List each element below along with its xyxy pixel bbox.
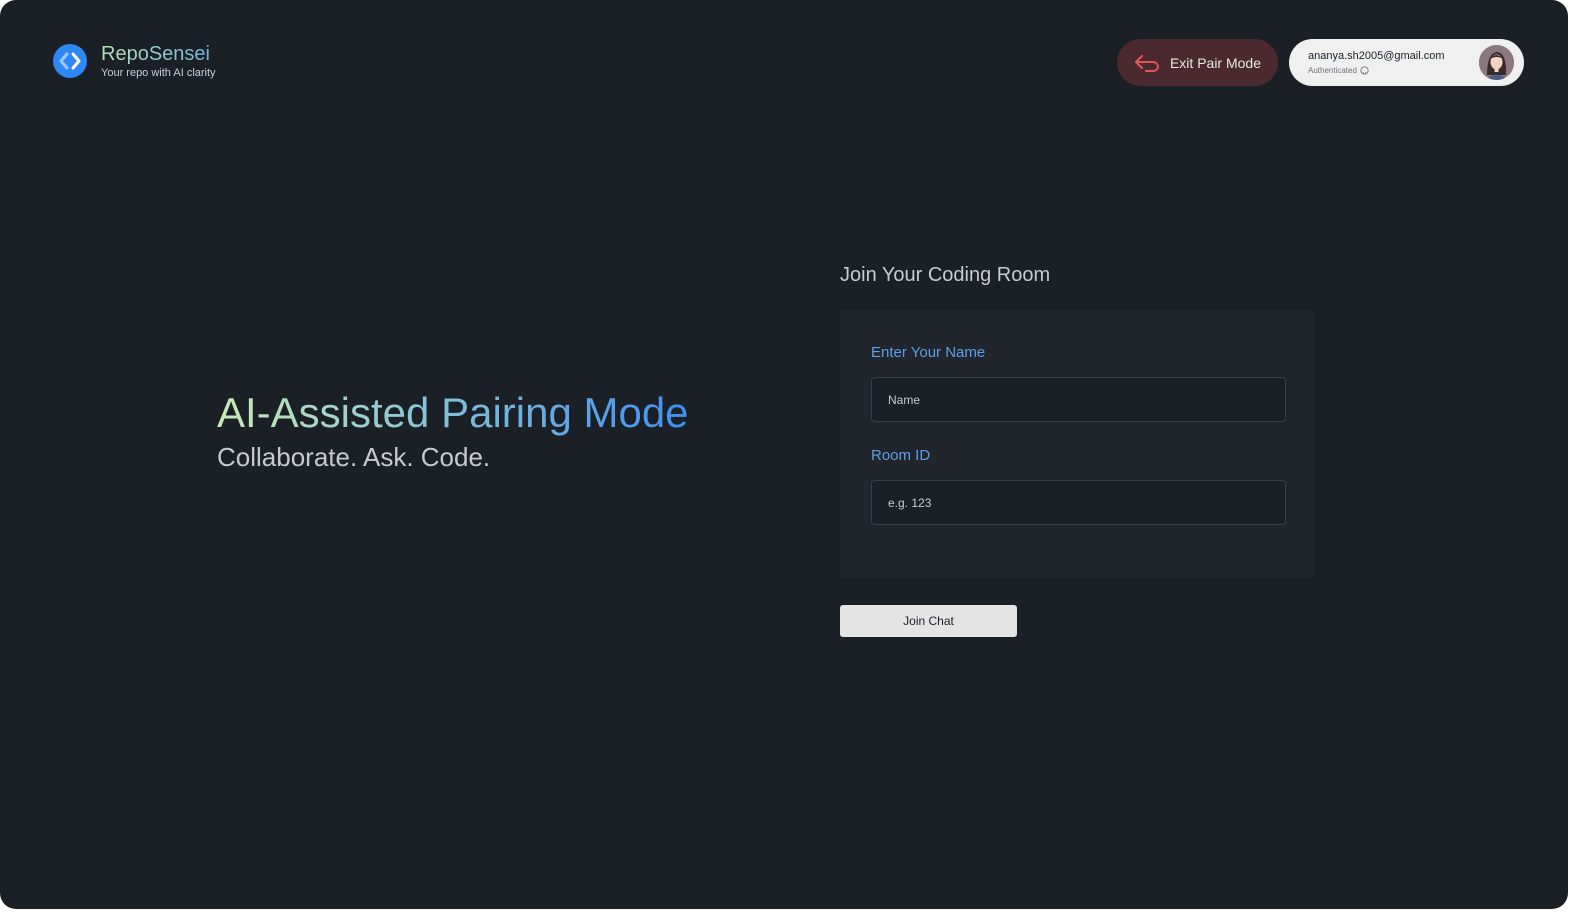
app-window: RepoSensei Your repo with AI clarity Exi… <box>0 0 1568 909</box>
exit-pair-mode-button[interactable]: Exit Pair Mode <box>1117 39 1278 86</box>
room-id-input[interactable] <box>871 480 1286 525</box>
avatar[interactable] <box>1479 45 1514 80</box>
hero-title: AI-Assisted Pairing Mode <box>217 389 689 436</box>
name-input[interactable] <box>871 377 1286 422</box>
join-chat-button[interactable]: Join Chat <box>840 605 1017 637</box>
room-id-label: Room ID <box>871 447 931 464</box>
code-chevrons-icon <box>53 44 87 78</box>
user-email: ananya.sh2005@gmail.com <box>1308 50 1445 62</box>
hero: AI-Assisted Pairing Mode Collaborate. As… <box>217 388 689 473</box>
undo-arrow-icon <box>1134 54 1160 72</box>
brand-name: RepoSensei <box>101 43 216 65</box>
form-title: Join Your Coding Room <box>840 264 1051 286</box>
hero-subtitle: Collaborate. Ask. Code. <box>217 442 491 472</box>
brand-tagline: Your repo with AI clarity <box>101 67 216 79</box>
user-profile-pill[interactable]: ananya.sh2005@gmail.com Authenticated <box>1289 39 1524 86</box>
brand[interactable]: RepoSensei Your repo with AI clarity <box>53 43 216 79</box>
github-icon <box>1360 66 1369 75</box>
name-label: Enter Your Name <box>871 344 986 361</box>
auth-status: Authenticated <box>1308 66 1357 75</box>
exit-pair-mode-label: Exit Pair Mode <box>1169 54 1262 71</box>
join-room-form: Enter Your Name Room ID <box>840 310 1314 578</box>
